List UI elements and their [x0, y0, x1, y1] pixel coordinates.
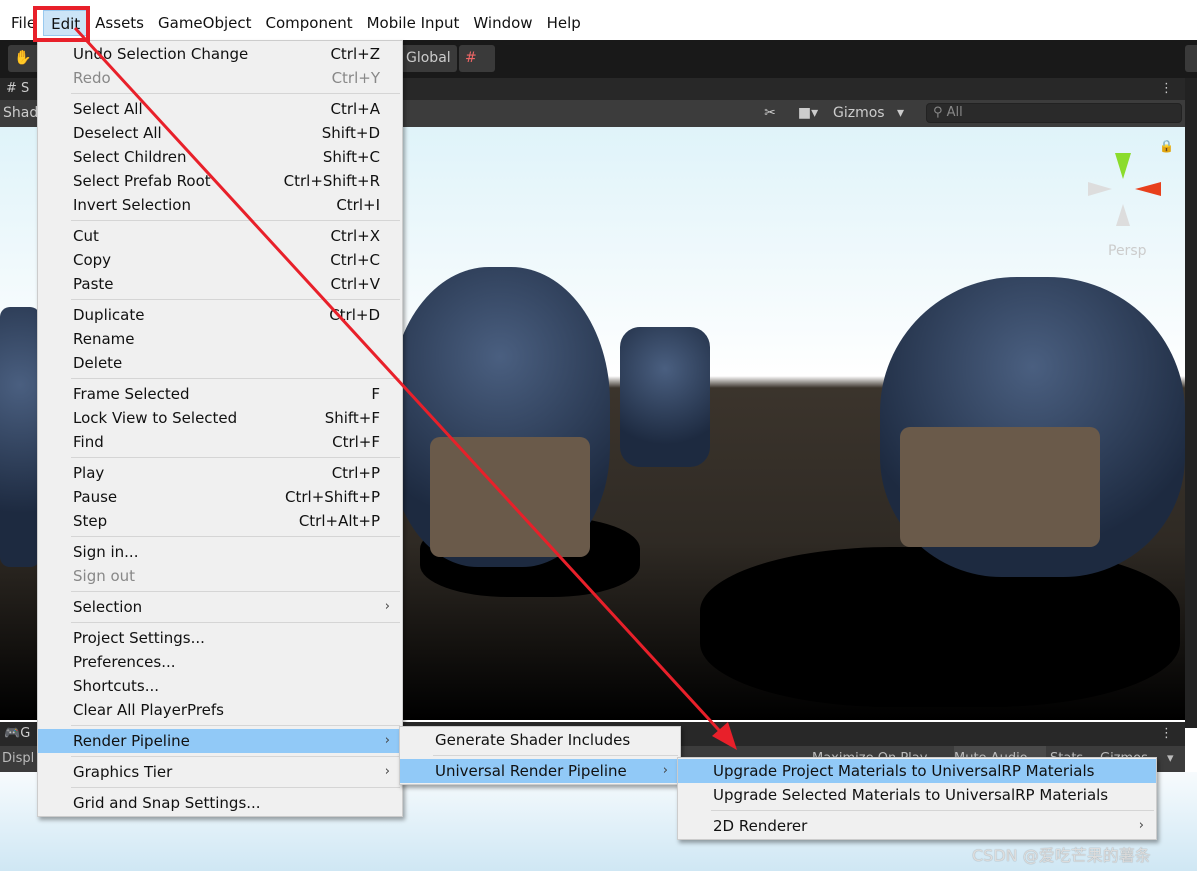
annotation-arrow	[73, 26, 737, 750]
arrow-line	[73, 26, 730, 742]
watermark: CSDN @爱吃芒果的薯条	[972, 846, 1151, 865]
